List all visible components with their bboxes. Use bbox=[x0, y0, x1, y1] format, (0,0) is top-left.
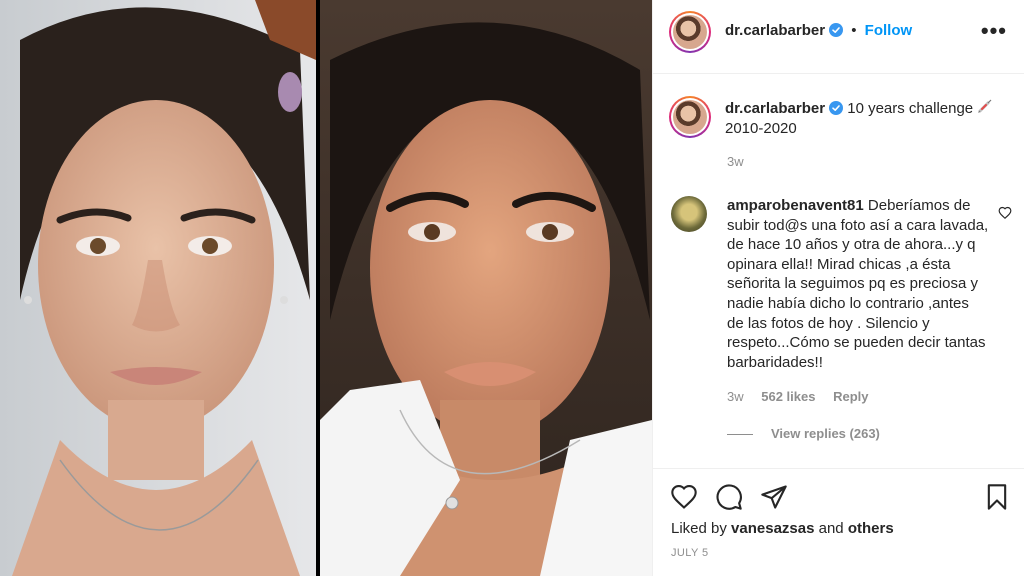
author-username[interactable]: dr.carlabarber bbox=[725, 22, 825, 39]
comment-like-heart-icon[interactable] bbox=[998, 206, 1012, 220]
caption-timestamp[interactable]: 3w bbox=[727, 154, 744, 169]
post-media[interactable] bbox=[0, 0, 652, 576]
comment-meta: 3w 562 likes Reply bbox=[727, 389, 869, 404]
reply-button[interactable]: Reply bbox=[833, 389, 868, 404]
comment-time[interactable]: 3w bbox=[727, 389, 744, 404]
separator-dot: • bbox=[851, 22, 857, 39]
photo-2010 bbox=[0, 0, 316, 576]
view-replies-button[interactable]: View replies (263) bbox=[727, 426, 880, 441]
post-date[interactable]: JULY 5 bbox=[671, 547, 708, 559]
comment-bubble-icon[interactable] bbox=[715, 483, 743, 511]
commenter-avatar[interactable] bbox=[671, 196, 707, 232]
liked-by-others[interactable]: others bbox=[848, 520, 894, 537]
post-side-panel: dr.carlabarber • Follow ••• dr.carlabarb… bbox=[652, 0, 1024, 576]
paper-plane-icon[interactable] bbox=[760, 483, 788, 511]
post-header: dr.carlabarber • Follow ••• bbox=[653, 0, 1024, 74]
liked-by-and: and bbox=[818, 520, 844, 537]
syringe-icon bbox=[978, 99, 992, 113]
caption-years: 2010-2020 bbox=[725, 120, 797, 137]
verified-badge-icon bbox=[829, 23, 844, 37]
bookmark-icon[interactable] bbox=[983, 483, 1011, 511]
liked-by-user[interactable]: vanesazsas bbox=[731, 520, 814, 537]
header-user-line: dr.carlabarber • Follow bbox=[725, 22, 912, 39]
view-replies-label[interactable]: View replies (263) bbox=[771, 426, 880, 441]
heart-icon[interactable] bbox=[670, 483, 698, 511]
commenter-username[interactable]: amparobenavent81 bbox=[727, 197, 864, 214]
comment-body: amparobenavent81 Deberíamos de subir tod… bbox=[727, 196, 989, 372]
more-options-icon[interactable]: ••• bbox=[981, 20, 1007, 42]
follow-button[interactable]: Follow bbox=[865, 22, 913, 39]
post-actions: Liked by vanesazsas and others JULY 5 bbox=[653, 468, 1024, 576]
caption-author-avatar[interactable] bbox=[669, 96, 711, 138]
comment-text: Deberíamos de subir tod@s una foto así a… bbox=[727, 197, 989, 371]
photo-2020 bbox=[320, 0, 652, 576]
liked-by-prefix: Liked by bbox=[671, 520, 727, 537]
caption-username[interactable]: dr.carlabarber bbox=[725, 100, 825, 117]
caption-text: 10 years challenge bbox=[847, 100, 974, 117]
verified-badge-icon bbox=[829, 101, 844, 115]
liked-by-line: Liked by vanesazsas and others bbox=[671, 520, 894, 537]
author-avatar[interactable] bbox=[669, 11, 711, 53]
post-caption: dr.carlabarber 10 years challenge 2010-2… bbox=[725, 98, 1017, 139]
replies-divider-line bbox=[727, 434, 753, 436]
comment-likes[interactable]: 562 likes bbox=[761, 389, 815, 404]
